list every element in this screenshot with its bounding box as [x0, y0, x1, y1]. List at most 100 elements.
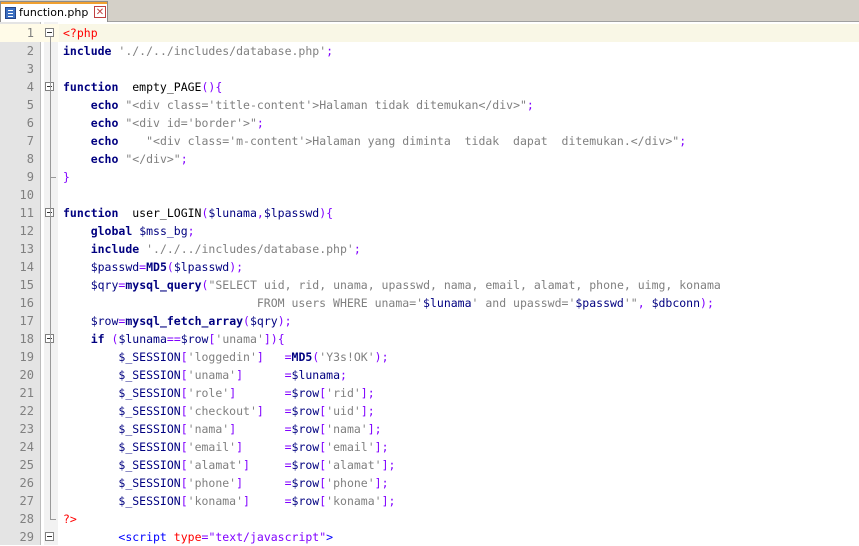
- code-token: "SELECT uid, rid, unama, upasswd, nama, …: [208, 278, 721, 292]
- code-line[interactable]: 3: [0, 60, 859, 78]
- code-line[interactable]: 1 <?php: [0, 24, 859, 42]
- code-line[interactable]: 17 $row=mysql_fetch_array($qry);: [0, 312, 859, 330]
- code-line[interactable]: 21 $_SESSION['role'] =$row['rid'];: [0, 384, 859, 402]
- code-text: $_SESSION['checkout'] =$row['uid'];: [63, 402, 374, 420]
- code-line[interactable]: 25 $_SESSION['alamat'] =$row['alamat'];: [0, 456, 859, 474]
- code-token: 'loggedin': [187, 350, 257, 364]
- code-token: ];: [360, 386, 375, 400]
- code-text: $_SESSION['alamat'] =$row['alamat'];: [63, 456, 395, 474]
- code-token: "</div>": [125, 152, 181, 166]
- code-text: if ($lunama==$row['unama']){: [63, 330, 285, 348]
- code-line-wrap: $_SESSION['alamat'] =$row['alamat'];: [59, 456, 859, 474]
- file-tab[interactable]: function.php ✕: [0, 1, 108, 22]
- line-number: 12: [19, 224, 34, 238]
- code-token: global: [90, 224, 133, 238]
- code-line[interactable]: 8 echo "</div>";: [0, 150, 859, 168]
- code-token: [: [180, 458, 188, 472]
- code-token: '": [623, 296, 638, 310]
- code-line-wrap: $_SESSION['phone'] =$row['phone'];: [59, 474, 859, 492]
- code-line[interactable]: 13 include '././../includes/database.php…: [0, 240, 859, 258]
- code-line[interactable]: 11 function user_LOGIN($lunama,$lpasswd){: [0, 204, 859, 222]
- code-token: $row: [291, 476, 320, 490]
- code-line-wrap: $_SESSION['checkout'] =$row['uid'];: [59, 402, 859, 420]
- code-line[interactable]: 26 $_SESSION['phone'] =$row['phone'];: [0, 474, 859, 492]
- code-text: function empty_PAGE(){: [63, 78, 222, 96]
- code-line[interactable]: 2 include '././../includes/database.php';: [0, 42, 859, 60]
- code-token: ;: [180, 152, 188, 166]
- code-line[interactable]: 23 $_SESSION['nama'] =$row['nama'];: [0, 420, 859, 438]
- code-line[interactable]: 5 echo "<div class='title-content'>Halam…: [0, 96, 859, 114]
- code-token: =: [284, 476, 292, 490]
- code-line[interactable]: 6 echo "<div id='border'>";: [0, 114, 859, 132]
- fold-end-marker: [50, 177, 56, 178]
- code-token: include: [90, 242, 140, 256]
- code-line-wrap: include '././../includes/database.php';: [59, 240, 859, 258]
- line-number: 19: [19, 350, 34, 364]
- code-token: $_SESSION: [118, 368, 181, 382]
- code-line[interactable]: 19 $_SESSION['loggedin'] =MD5('Y3s!OK');: [0, 348, 859, 366]
- line-number: 1: [26, 26, 34, 40]
- code-line[interactable]: 27 $_SESSION['konama'] =$row['konama'];: [0, 492, 859, 510]
- code-token: );: [229, 260, 244, 274]
- code-line[interactable]: 14 $passwd=MD5($lpasswd);: [0, 258, 859, 276]
- code-token: $qry: [249, 314, 278, 328]
- line-number: 13: [19, 242, 34, 256]
- code-line[interactable]: 28 ?>: [0, 510, 859, 528]
- code-token: $lunama: [118, 332, 167, 346]
- close-icon[interactable]: ✕: [94, 6, 106, 18]
- code-line-wrap: $_SESSION['loggedin'] =MD5('Y3s!OK');: [59, 348, 859, 366]
- code-token: '././../includes/database.php': [118, 44, 327, 58]
- code-text: FROM users WHERE unama='$lunama' and upa…: [63, 294, 714, 312]
- code-text: echo "<div id='border'>";: [63, 114, 264, 132]
- code-line[interactable]: 4 function empty_PAGE(){: [0, 78, 859, 96]
- code-token: ]: [236, 368, 244, 382]
- code-line[interactable]: 15 $qry=mysql_query("SELECT uid, rid, un…: [0, 276, 859, 294]
- code-token: (: [166, 260, 174, 274]
- code-line-wrap: $passwd=MD5($lpasswd);: [59, 258, 859, 276]
- code-token: ?>: [63, 512, 77, 526]
- code-token: ]: [236, 440, 244, 454]
- code-text: $_SESSION['role'] =$row['rid'];: [63, 384, 375, 402]
- line-number: 29: [19, 530, 34, 544]
- code-token: $row: [291, 386, 320, 400]
- line-number: 25: [19, 458, 34, 472]
- code-editor[interactable]: 1 <?php 2 include '././../includes/database…: [0, 22, 859, 545]
- code-line-wrap: $qry=mysql_query("SELECT uid, rid, unama…: [59, 276, 859, 294]
- code-token: $_SESSION: [118, 494, 181, 508]
- code-line[interactable]: 20 $_SESSION['unama'] =$lunama;: [0, 366, 859, 384]
- code-token: =: [284, 404, 292, 418]
- code-line-wrap: global $mss_bg;: [59, 222, 859, 240]
- code-token: [: [180, 476, 188, 490]
- code-token: "<div id='border'>": [125, 116, 257, 130]
- line-number: 7: [26, 134, 34, 148]
- code-token: "text/javascript": [208, 530, 327, 544]
- fold-toggle-icon[interactable]: [45, 28, 54, 37]
- code-line[interactable]: 10: [0, 186, 859, 204]
- code-line[interactable]: 29 <script type="text/javascript">: [0, 528, 859, 546]
- code-line[interactable]: 18 if ($lunama==$row['unama']){: [0, 330, 859, 348]
- code-token: ]: [256, 404, 264, 418]
- code-text: include '././../includes/database.php';: [63, 42, 333, 60]
- code-line-wrap: <script type="text/javascript">: [59, 528, 859, 546]
- code-token: mysql_query: [125, 278, 202, 292]
- code-line[interactable]: 9}: [0, 168, 859, 186]
- code-token: $passwd: [575, 296, 624, 310]
- fold-toggle-icon[interactable]: [45, 532, 54, 541]
- code-line[interactable]: 22 $_SESSION['checkout'] =$row['uid'];: [0, 402, 859, 420]
- code-token: 'uid': [326, 404, 361, 418]
- code-line[interactable]: 24 $_SESSION['email'] =$row['email'];: [0, 438, 859, 456]
- code-line[interactable]: 12 global $mss_bg;: [0, 222, 859, 240]
- code-text: <script type="text/javascript">: [63, 528, 333, 546]
- code-token: FROM users WHERE unama=': [256, 296, 424, 310]
- code-line[interactable]: 7 echo "<div class='m-content'>Halaman y…: [0, 132, 859, 150]
- code-line[interactable]: 16 FROM users WHERE unama='$lunama' and …: [0, 294, 859, 312]
- code-token: $lunama: [208, 206, 257, 220]
- line-number: 6: [26, 116, 34, 130]
